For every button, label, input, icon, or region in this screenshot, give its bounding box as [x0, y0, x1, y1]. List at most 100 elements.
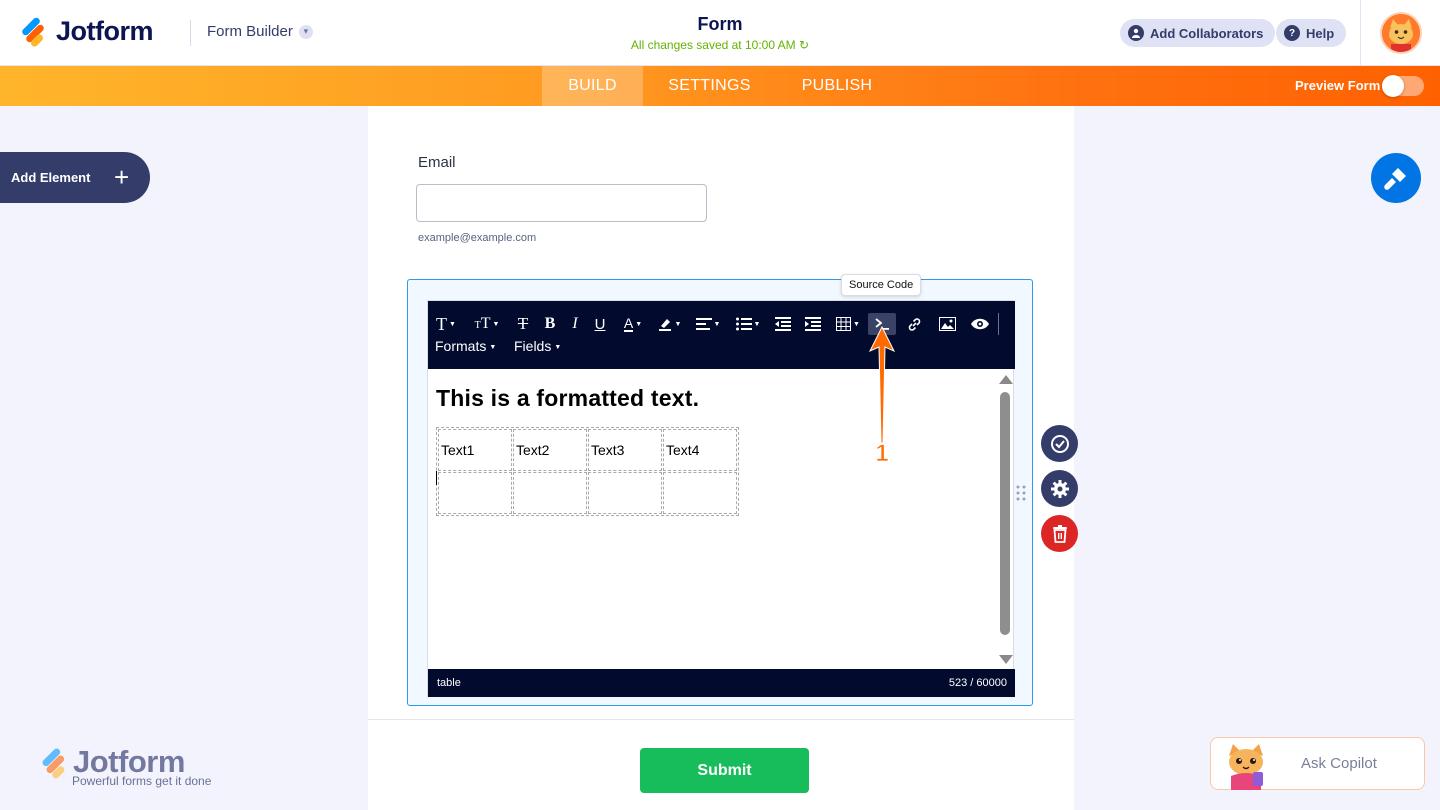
table-row: Text1 Text2 Text3 Text4 [438, 429, 737, 471]
rich-text-editor[interactable]: T ▼ TT ▼ T B I U A ▼ ▼ ▼ ▼ ▼ Formats ▼ F… [427, 300, 1015, 697]
font-family-button[interactable]: T ▼ [434, 313, 458, 335]
font-size-icon: TT [474, 315, 491, 332]
indent-icon [805, 317, 821, 331]
text-color-icon: A [623, 314, 634, 332]
font-family-icon: T [436, 313, 448, 334]
editor-scrollbar[interactable] [1000, 392, 1010, 635]
field-settings-button[interactable] [1041, 470, 1078, 507]
table-cell[interactable] [663, 472, 737, 514]
image-icon [938, 317, 956, 331]
toolbar-separator [998, 313, 999, 335]
tab-settings[interactable]: SETTINGS [650, 66, 769, 106]
link-icon [908, 317, 920, 331]
preview-form-toggle[interactable] [1382, 75, 1424, 97]
clear-format-button[interactable]: T [514, 313, 532, 335]
jotform-logo[interactable]: Jotform [18, 15, 154, 48]
tab-build[interactable]: BUILD [542, 66, 643, 106]
fields-label: Fields [514, 338, 552, 354]
editor-table[interactable]: Text1 Text2 Text3 Text4 [436, 427, 739, 516]
formats-dropdown[interactable]: Formats ▼ [435, 338, 496, 354]
font-size-button[interactable]: TT ▼ [472, 313, 502, 335]
fields-dropdown[interactable]: Fields ▼ [514, 338, 561, 354]
outdent-button[interactable] [774, 313, 792, 335]
table-button[interactable]: ▼ [834, 313, 862, 335]
jotform-logo-icon [18, 15, 48, 48]
table-row [438, 472, 737, 514]
table-cell[interactable]: Text2 [513, 429, 587, 471]
add-collaborators-button[interactable]: Add Collaborators [1120, 19, 1276, 47]
list-button[interactable]: ▼ [734, 313, 762, 335]
editor-toolbar: T ▼ TT ▼ T B I U A ▼ ▼ ▼ ▼ ▼ Formats ▼ F… [428, 301, 1015, 369]
align-button[interactable]: ▼ [694, 313, 722, 335]
paint-roller-icon [1384, 168, 1406, 190]
add-collaborators-label: Add Collaborators [1150, 25, 1264, 41]
top-header: Jotform Form Builder ▾ Form All changes … [0, 0, 1440, 66]
bold-button[interactable]: B [542, 313, 558, 335]
drag-handle-icon[interactable] [1016, 485, 1026, 501]
gear-icon [1050, 479, 1069, 498]
clear-format-icon: T [517, 314, 529, 333]
trash-icon [1052, 524, 1067, 543]
form-designer-button[interactable] [1371, 153, 1421, 203]
logo-text: Jotform [56, 16, 154, 46]
text-color-button[interactable]: A ▼ [620, 313, 646, 335]
user-icon [1128, 25, 1144, 41]
image-button[interactable] [936, 313, 958, 335]
table-cell[interactable] [588, 472, 662, 514]
italic-icon: I [572, 315, 578, 332]
table-cell[interactable]: Text4 [663, 429, 737, 471]
ask-copilot-button[interactable]: Ask Copilot [1210, 737, 1425, 790]
confirm-button[interactable] [1041, 425, 1078, 462]
add-element-label: Add Element [11, 170, 91, 185]
table-cell[interactable] [438, 472, 512, 514]
avatar[interactable] [1380, 12, 1422, 54]
form-builder-label: Form Builder [207, 23, 293, 40]
eye-icon [971, 318, 989, 330]
editor-heading[interactable]: This is a formatted text. [436, 385, 699, 412]
indent-button[interactable] [804, 313, 822, 335]
scroll-up-arrow[interactable] [999, 375, 1013, 384]
chevron-down-icon: ▾ [298, 24, 313, 39]
table-cell[interactable] [513, 472, 587, 514]
form-title[interactable]: Form [560, 14, 880, 35]
refresh-icon[interactable]: ↻ [799, 38, 809, 52]
underline-button[interactable]: U [592, 313, 608, 335]
help-button[interactable]: ? Help [1276, 19, 1347, 47]
link-button[interactable] [904, 313, 924, 335]
character-count: 523 / 60000 [948, 677, 1007, 689]
save-status-text: All changes saved at 10:00 AM [630, 38, 796, 52]
email-label: Email [418, 154, 456, 171]
email-field[interactable] [416, 184, 707, 222]
align-left-icon [695, 318, 712, 330]
element-path[interactable]: table [437, 677, 461, 689]
tab-publish[interactable]: PUBLISH [786, 66, 888, 106]
text-cursor [436, 471, 437, 485]
outdent-icon [775, 317, 791, 331]
underline-icon: U [594, 315, 606, 333]
preview-form-label: Preview Form [1295, 78, 1381, 93]
header-divider-right [1360, 0, 1361, 66]
table-icon [836, 317, 852, 331]
check-circle-icon [1050, 434, 1069, 453]
add-element-button[interactable]: Add Element + [0, 152, 150, 203]
annotation-arrow: 1 [868, 325, 896, 465]
source-code-tooltip: Source Code [841, 274, 922, 296]
form-builder-dropdown[interactable]: Form Builder ▾ [207, 23, 313, 40]
editor-statusbar: table 523 / 60000 [428, 669, 1015, 697]
delete-field-button[interactable] [1041, 515, 1078, 552]
plus-icon: + [114, 162, 130, 192]
scroll-down-arrow[interactable] [999, 655, 1013, 664]
bulleted-list-icon [735, 317, 752, 331]
table-cell[interactable]: Text3 [588, 429, 662, 471]
submit-button[interactable]: Submit [640, 748, 809, 793]
highlight-color-button[interactable]: ▼ [656, 313, 682, 335]
watermark-tagline: Powerful forms get it done [72, 774, 212, 788]
formats-label: Formats [435, 338, 487, 354]
help-icon: ? [1284, 25, 1300, 41]
preview-button[interactable] [968, 313, 992, 335]
page-divider [368, 719, 1074, 720]
ask-copilot-label: Ask Copilot [1301, 755, 1377, 772]
bold-icon: B [544, 315, 556, 332]
table-cell[interactable]: Text1 [438, 429, 512, 471]
italic-button[interactable]: I [568, 313, 582, 335]
